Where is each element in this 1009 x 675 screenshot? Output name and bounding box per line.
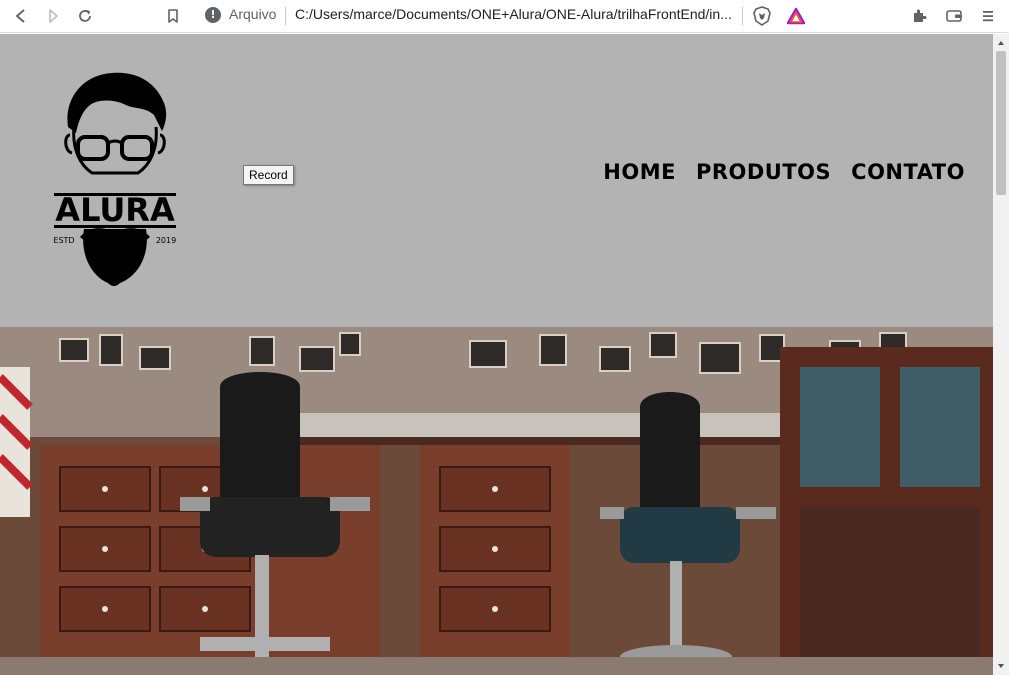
nav-contato-link[interactable]: CONTATO [851,160,965,184]
extensions-button[interactable] [908,5,932,27]
hamburger-menu-icon [983,11,993,22]
record-tooltip: Record [243,165,294,185]
reload-button[interactable] [73,5,97,27]
puzzle-icon [914,9,927,22]
scrollbar-thumb[interactable] [996,51,1006,195]
address-bar[interactable]: C:/Users/marce/Documents/ONE+Alura/ONE-A… [295,6,735,22]
address-separator [285,7,286,25]
wallet-icon [946,10,962,22]
alura-barber-logo[interactable]: ALURA ESTD 2019 [50,69,180,289]
info-icon[interactable]: ! [205,7,221,23]
logo-estd: ESTD [53,236,74,245]
forward-button[interactable] [41,5,65,27]
back-button[interactable] [9,5,33,27]
nav-produtos-link[interactable]: PRODUTOS [696,160,831,184]
back-icon [16,9,25,23]
page-scrollbar[interactable] [993,34,1009,675]
brave-rewards-button[interactable] [784,5,808,27]
logo-text: ALURA [55,191,175,229]
main-nav: HOME PRODUTOS CONTATO [603,160,965,184]
address-file-label: Arquivo [229,6,277,22]
address-separator-right [742,7,743,25]
forward-icon [49,9,58,23]
scroll-down-icon[interactable] [996,661,1006,671]
scroll-up-icon[interactable] [996,38,1006,48]
browser-toolbar: ! Arquivo C:/Users/marce/Documents/ONE+A… [0,0,1009,33]
brave-lion-icon [753,6,771,26]
page-viewport: ALURA ESTD 2019 Record HOME PRODUTOS CON… [0,34,993,675]
logo-year: 2019 [156,236,176,245]
bookmark-icon [168,9,178,23]
barbershop-hero-image [0,327,993,675]
bookmark-button[interactable] [161,5,185,27]
menu-button[interactable] [976,5,1000,27]
rewards-triangle-icon [787,7,805,25]
nav-home-link[interactable]: HOME [603,160,676,184]
reload-icon [79,10,91,22]
brave-shields-button[interactable] [750,5,774,27]
wallet-button[interactable] [942,5,966,27]
site-header: ALURA ESTD 2019 Record HOME PRODUTOS CON… [0,34,993,327]
